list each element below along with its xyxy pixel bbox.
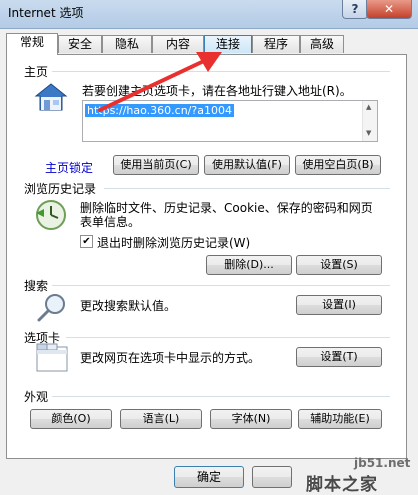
annotation-arrow bbox=[98, 52, 222, 112]
